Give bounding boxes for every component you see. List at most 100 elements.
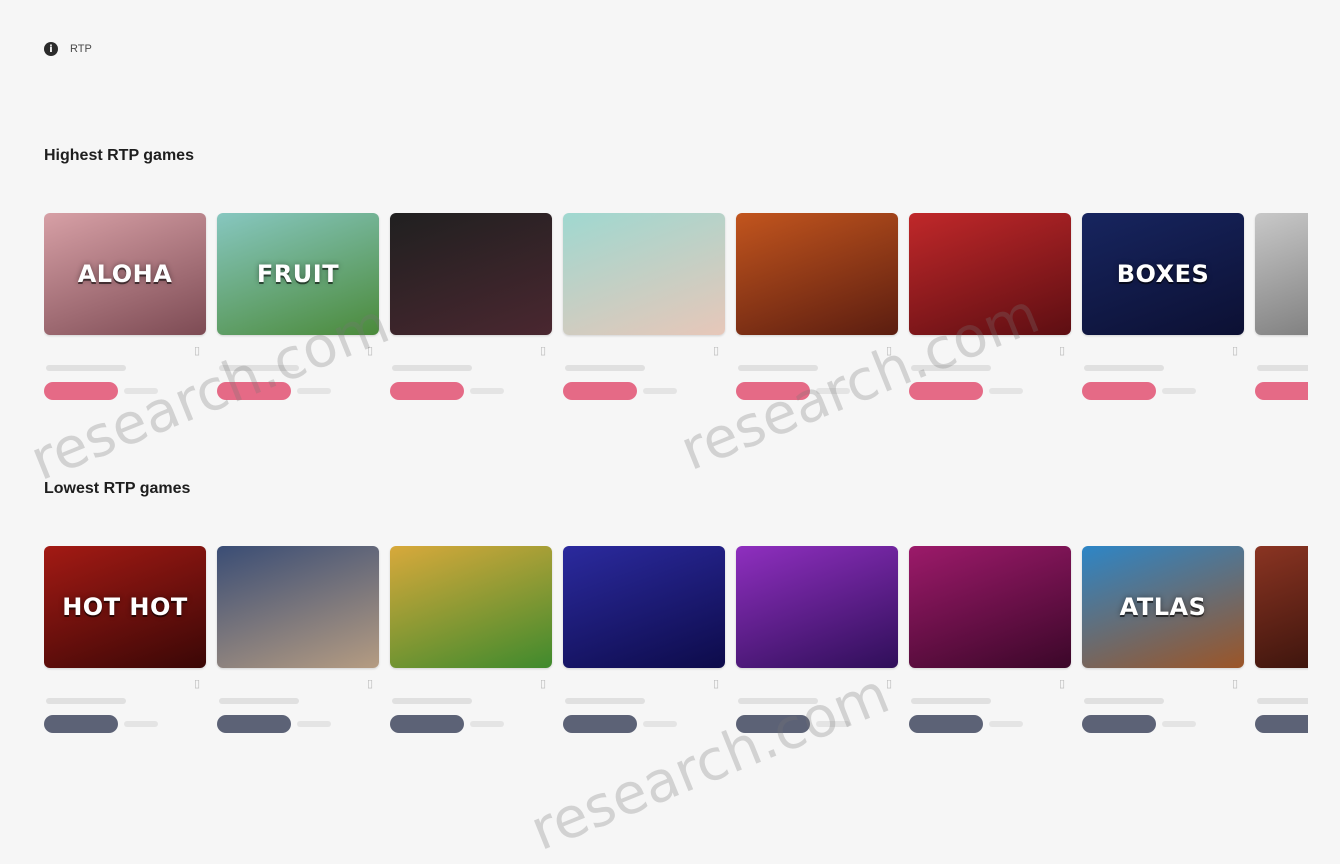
game-provider xyxy=(565,365,645,371)
rtp-secondary-label xyxy=(124,388,158,394)
rtp-secondary-label xyxy=(643,388,677,394)
bookmark-icon[interactable]: ▯ xyxy=(540,678,550,690)
info-text: RTP xyxy=(70,43,92,55)
rtp-secondary-label xyxy=(643,721,677,727)
game-card[interactable]: BOXES ▯ xyxy=(1082,213,1244,413)
bookmark-icon[interactable]: ▯ xyxy=(367,345,377,357)
game-row-highest: ALOHA ▯ FRUIT ▯ ▯ ▯ ▯ ▯ BOXES ▯ ▯ xyxy=(44,213,1308,413)
game-card[interactable]: ▯ xyxy=(1255,213,1308,413)
game-card[interactable]: ▯ xyxy=(390,213,552,413)
game-provider xyxy=(1084,365,1164,371)
rtp-badge xyxy=(1082,715,1156,733)
bookmark-icon[interactable]: ▯ xyxy=(367,678,377,690)
bookmark-icon[interactable]: ▯ xyxy=(886,678,896,690)
lowest-rtp-section: Lowest RTP games HOT HOT▯▯▯▯▯▯ATLAS▯▯ xyxy=(44,478,1340,733)
game-card[interactable]: ALOHA ▯ xyxy=(44,213,206,413)
rtp-badge xyxy=(736,382,810,400)
rtp-badge xyxy=(390,715,464,733)
rtp-badge xyxy=(563,382,637,400)
game-provider xyxy=(738,365,818,371)
rtp-badge xyxy=(909,715,983,733)
rtp-badge xyxy=(1082,382,1156,400)
game-card[interactable]: ▯ xyxy=(217,546,379,746)
game-thumbnail[interactable] xyxy=(390,213,552,335)
game-thumbnail[interactable]: ALOHA xyxy=(44,213,206,335)
rtp-badge xyxy=(390,382,464,400)
bookmark-icon[interactable]: ▯ xyxy=(540,345,550,357)
rtp-secondary-label xyxy=(816,388,850,394)
game-card[interactable]: ▯ xyxy=(563,213,725,413)
bookmark-icon[interactable]: ▯ xyxy=(194,345,204,357)
game-thumbnail-title: ALOHA xyxy=(77,260,173,288)
game-thumbnail[interactable] xyxy=(909,546,1071,668)
rtp-info-bar: i RTP xyxy=(44,38,904,60)
game-thumbnail-title: ATLAS xyxy=(1119,593,1207,621)
rtp-badge xyxy=(909,382,983,400)
rtp-secondary-label xyxy=(124,721,158,727)
game-thumbnail-title: HOT HOT xyxy=(62,593,188,621)
rtp-badge xyxy=(44,715,118,733)
rtp-badge xyxy=(217,715,291,733)
rtp-secondary-label xyxy=(297,721,331,727)
rtp-secondary-label xyxy=(470,721,504,727)
game-thumbnail[interactable]: BOXES xyxy=(1082,213,1244,335)
game-card[interactable]: HOT HOT ▯ xyxy=(44,546,206,746)
game-provider xyxy=(219,698,299,704)
game-thumbnail[interactable]: HOT HOT xyxy=(44,546,206,668)
rtp-secondary-label xyxy=(297,388,331,394)
bookmark-icon[interactable]: ▯ xyxy=(713,678,723,690)
game-card[interactable]: ▯ xyxy=(390,546,552,746)
info-icon[interactable]: i xyxy=(44,42,58,56)
rtp-badge xyxy=(217,382,291,400)
section-subtitle xyxy=(44,173,1340,191)
rtp-secondary-label xyxy=(989,721,1023,727)
game-card[interactable]: ▯ xyxy=(736,546,898,746)
game-thumbnail[interactable] xyxy=(563,546,725,668)
game-card[interactable]: ▯ xyxy=(909,546,1071,746)
game-thumbnail[interactable] xyxy=(1255,213,1308,335)
game-thumbnail[interactable] xyxy=(1255,546,1308,668)
game-card[interactable]: ▯ xyxy=(1255,546,1308,746)
game-card[interactable]: ▯ xyxy=(736,213,898,413)
bookmark-icon[interactable]: ▯ xyxy=(713,345,723,357)
game-provider xyxy=(911,365,991,371)
section-title: Highest RTP games xyxy=(44,147,194,164)
game-provider xyxy=(565,698,645,704)
game-thumbnail[interactable] xyxy=(217,546,379,668)
game-thumbnail[interactable] xyxy=(909,213,1071,335)
game-thumbnail[interactable]: FRUIT xyxy=(217,213,379,335)
game-provider xyxy=(1257,698,1308,704)
bookmark-icon[interactable]: ▯ xyxy=(1059,345,1069,357)
game-thumbnail[interactable] xyxy=(736,213,898,335)
game-provider xyxy=(1257,365,1308,371)
bookmark-icon[interactable]: ▯ xyxy=(1059,678,1069,690)
section-title: Lowest RTP games xyxy=(44,480,191,497)
bookmark-icon[interactable]: ▯ xyxy=(886,345,896,357)
game-card[interactable]: ▯ xyxy=(909,213,1071,413)
rtp-badge xyxy=(44,382,118,400)
game-card[interactable]: ▯ xyxy=(563,546,725,746)
bookmark-icon[interactable]: ▯ xyxy=(1232,345,1242,357)
game-provider xyxy=(219,365,299,371)
rtp-secondary-label xyxy=(816,721,850,727)
game-provider xyxy=(46,698,126,704)
game-thumbnail[interactable] xyxy=(563,213,725,335)
game-thumbnail[interactable] xyxy=(736,546,898,668)
game-provider xyxy=(911,698,991,704)
game-card[interactable]: ATLAS ▯ xyxy=(1082,546,1244,746)
rtp-badge xyxy=(736,715,810,733)
rtp-badge xyxy=(1255,715,1308,733)
rtp-badge xyxy=(563,715,637,733)
game-provider xyxy=(392,365,472,371)
game-thumbnail-title: FRUIT xyxy=(256,260,340,288)
game-thumbnail[interactable] xyxy=(390,546,552,668)
bookmark-icon[interactable]: ▯ xyxy=(194,678,204,690)
rtp-secondary-label xyxy=(470,388,504,394)
game-provider xyxy=(46,365,126,371)
game-card[interactable]: FRUIT ▯ xyxy=(217,213,379,413)
game-thumbnail[interactable]: ATLAS xyxy=(1082,546,1244,668)
game-provider xyxy=(392,698,472,704)
game-provider xyxy=(738,698,818,704)
section-subtitle xyxy=(44,506,1340,524)
bookmark-icon[interactable]: ▯ xyxy=(1232,678,1242,690)
